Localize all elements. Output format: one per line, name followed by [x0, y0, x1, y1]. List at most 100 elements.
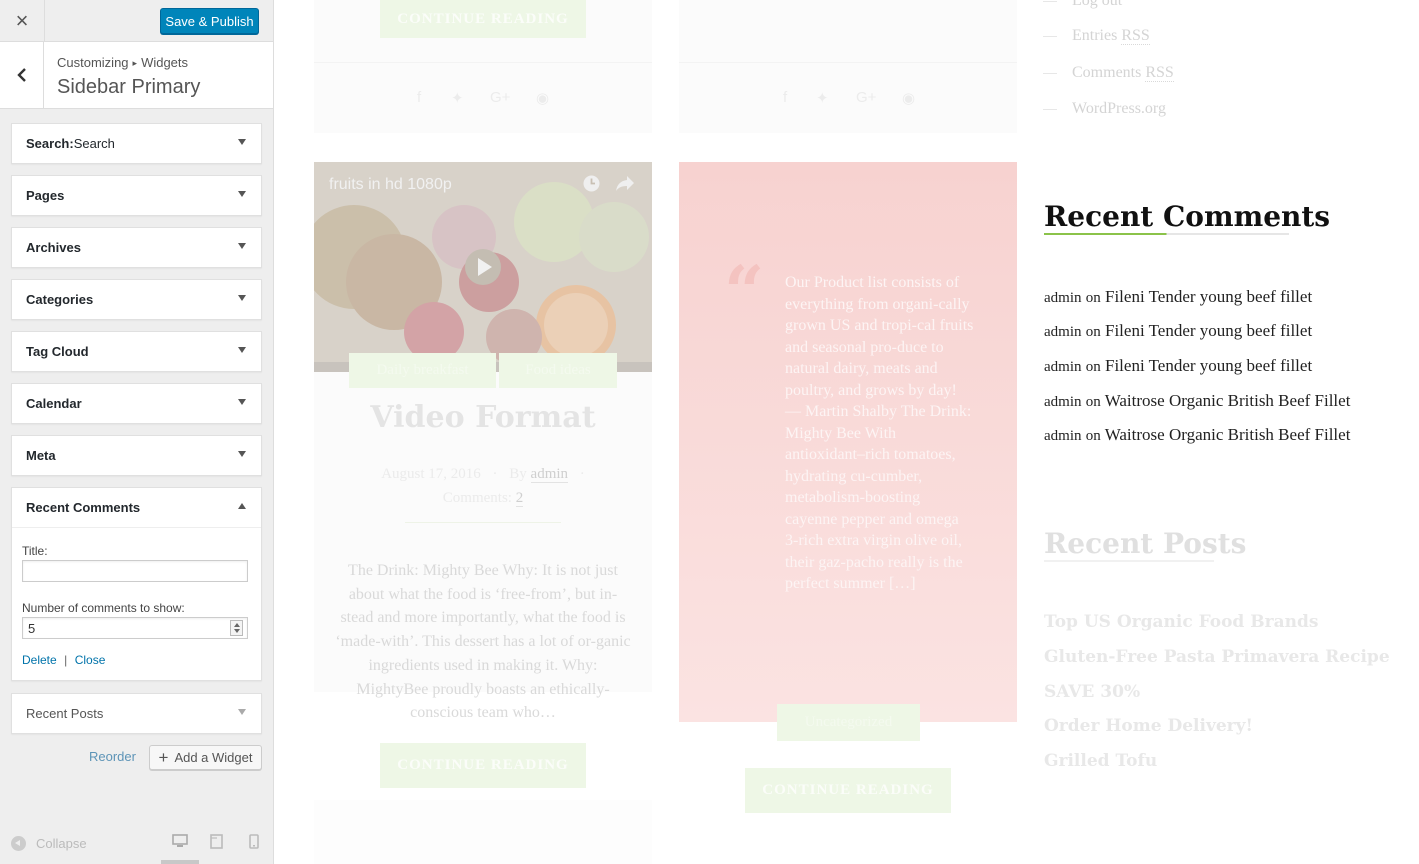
- video-title: fruits in hd 1080p: [329, 176, 452, 193]
- widget-name: Categories: [26, 292, 94, 307]
- comment-post-link[interactable]: Waitrose Organic British Beef Fillet: [1105, 391, 1351, 410]
- facebook-icon[interactable]: f: [417, 89, 421, 106]
- post-excerpt: The Drink: Mighty Bee Why: It is not jus…: [335, 562, 631, 722]
- video-embed[interactable]: fruits in hd 1080p: [314, 162, 652, 372]
- google-plus-icon[interactable]: G+: [856, 89, 876, 106]
- widget-archives-header[interactable]: Archives: [12, 228, 261, 267]
- post-author-link[interactable]: admin: [530, 466, 569, 483]
- comment-post-link[interactable]: Fileni Tender young beef fillet: [1105, 356, 1312, 375]
- active-device-indicator: [161, 860, 199, 864]
- widget-categories-header[interactable]: Categories: [12, 280, 261, 319]
- title-underline: [1044, 560, 1214, 562]
- expand-arrow-icon: [238, 451, 246, 457]
- recent-posts-title: Recent Posts: [1044, 527, 1247, 562]
- add-widget-button[interactable]: + Add a Widget: [149, 745, 262, 770]
- widget-meta-header[interactable]: Meta: [12, 436, 261, 475]
- breadcrumb: Customizing ▸ Widgets: [57, 55, 188, 70]
- tag-food-ideas[interactable]: Food ideas: [499, 353, 617, 388]
- recent-post-link[interactable]: Top US Organic Food Brands: [1044, 612, 1318, 632]
- tablet-preview-icon[interactable]: [210, 834, 223, 849]
- widget-instance-title: Search: [73, 136, 115, 151]
- save-publish-button[interactable]: Save & Publish: [160, 8, 259, 34]
- twitter-icon[interactable]: ✦: [451, 89, 464, 107]
- collapse-button[interactable]: Collapse: [11, 836, 87, 851]
- recent-comment-item: admin on Fileni Tender young beef fillet: [1044, 321, 1313, 340]
- breadcrumb-root: Customizing: [57, 55, 129, 70]
- post-meta: August 17, 2016 · By admin · Comments: 2: [381, 466, 585, 507]
- post-card-top-right: [679, 0, 1017, 133]
- recent-post-link[interactable]: Grilled Tofu: [1044, 751, 1157, 771]
- close-widget-link[interactable]: Close: [75, 653, 106, 667]
- widget-tag-cloud-header[interactable]: Tag Cloud: [12, 332, 261, 371]
- expand-arrow-icon: [238, 243, 246, 249]
- title-underline: [1044, 233, 1289, 235]
- number-label: Number of comments to show:: [22, 601, 185, 615]
- widget-name: Archives: [26, 240, 81, 255]
- widget-pages: Pages: [11, 175, 262, 216]
- widget-recent-comments: Recent Comments Title: Number of comment…: [11, 487, 262, 681]
- widget-name: Calendar: [26, 396, 82, 411]
- widget-name: Pages: [26, 188, 65, 203]
- back-button[interactable]: [0, 42, 44, 108]
- comment-post-link[interactable]: Fileni Tender young beef fillet: [1105, 321, 1312, 340]
- widget-control-actions: Delete | Close: [22, 651, 251, 669]
- card-divider: [679, 62, 1017, 63]
- reorder-link[interactable]: Reorder: [89, 749, 136, 764]
- comment-post-link[interactable]: Fileni Tender young beef fillet: [1105, 287, 1312, 306]
- pinterest-icon[interactable]: ◉: [536, 89, 549, 107]
- meta-wordpress-link[interactable]: WordPress.org: [1044, 100, 1166, 118]
- facebook-icon[interactable]: f: [783, 89, 787, 106]
- post-comments-count[interactable]: 2: [515, 490, 524, 507]
- number-stepper[interactable]: [230, 620, 243, 636]
- chevron-left-icon: [16, 68, 26, 82]
- add-widget-label: Add a Widget: [174, 750, 253, 765]
- number-field: [22, 617, 248, 639]
- share-icon[interactable]: [614, 174, 636, 193]
- link-separator: |: [64, 653, 68, 667]
- section-title-bar: Customizing ▸ Widgets Sidebar Primary: [0, 42, 273, 109]
- collapse-label: Collapse: [36, 836, 87, 851]
- widget-search-header[interactable]: Search: Search: [12, 124, 261, 163]
- widget-pages-header[interactable]: Pages: [12, 176, 261, 215]
- recent-post-link[interactable]: Order Home Delivery!: [1044, 716, 1253, 736]
- widget-search: Search: Search: [11, 123, 262, 164]
- mobile-preview-icon[interactable]: [249, 834, 259, 849]
- comment-post-link[interactable]: Waitrose Organic British Beef Fillet: [1105, 425, 1351, 444]
- widget-calendar-header[interactable]: Calendar: [12, 384, 261, 423]
- collapse-icon: [11, 836, 26, 851]
- google-plus-icon[interactable]: G+: [490, 89, 510, 106]
- post-divider: [405, 522, 561, 523]
- widget-meta: Meta: [11, 435, 262, 476]
- tag-uncategorized[interactable]: Uncategorized: [777, 704, 920, 741]
- meta-comments-rss-link[interactable]: Comments RSS: [1044, 64, 1174, 82]
- customizer-footer: Collapse: [0, 822, 273, 864]
- number-input[interactable]: [22, 617, 248, 639]
- meta-entries-rss-link[interactable]: Entries RSS: [1044, 27, 1150, 45]
- recent-post-link[interactable]: Gluten-Free Pasta Primavera Recipe: [1044, 647, 1390, 667]
- recent-comments-title: Recent Comments: [1044, 200, 1331, 235]
- recent-comment-item: admin on Fileni Tender young beef fillet: [1044, 287, 1313, 306]
- pinterest-icon[interactable]: ◉: [902, 89, 915, 107]
- continue-reading-button[interactable]: CONTINUE READING: [745, 768, 951, 813]
- post-title[interactable]: Video Format: [314, 400, 652, 435]
- recent-post-link[interactable]: SAVE 30%: [1044, 682, 1140, 702]
- meta-logout-link[interactable]: Log out: [1044, 0, 1122, 10]
- delete-widget-link[interactable]: Delete: [22, 653, 57, 667]
- twitter-icon[interactable]: ✦: [816, 89, 829, 107]
- title-input[interactable]: [22, 560, 248, 582]
- widget-calendar: Calendar: [11, 383, 262, 424]
- tag-daily-breakfast[interactable]: Daily breakfast: [349, 353, 496, 388]
- widget-recent-posts-header[interactable]: Recent Posts: [12, 694, 261, 733]
- expand-arrow-icon: [238, 709, 246, 715]
- continue-reading-button[interactable]: CONTINUE READING: [380, 0, 586, 38]
- continue-reading-button[interactable]: CONTINUE READING: [380, 743, 586, 788]
- card-divider: [314, 62, 652, 63]
- recent-comment-item: admin on Waitrose Organic British Beef F…: [1044, 425, 1351, 444]
- desktop-preview-icon[interactable]: [172, 834, 188, 848]
- widget-recent-comments-header[interactable]: Recent Comments: [12, 488, 261, 527]
- post-date: August 17, 2016: [381, 466, 481, 482]
- watch-later-icon[interactable]: [582, 174, 601, 193]
- recent-comment-item: admin on Fileni Tender young beef fillet: [1044, 356, 1313, 375]
- widget-categories: Categories: [11, 279, 262, 320]
- close-customizer-button[interactable]: ×: [0, 0, 45, 42]
